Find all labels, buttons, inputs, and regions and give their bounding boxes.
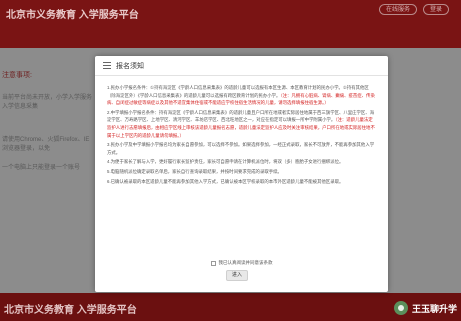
watermark: 王玉聊升学 — [393, 301, 457, 315]
notice-text: 4.为便于家长了解与入学，更好履行家长监护责任，家长可自愿申请在计算机派位时，将… — [107, 159, 344, 165]
header-link-service[interactable]: 在线服务 — [378, 4, 417, 15]
header-link-login[interactable]: 登录 — [422, 4, 449, 15]
watermark-text: 王玉聊升学 — [411, 303, 457, 314]
wechat-logo-icon — [393, 301, 408, 315]
notice-item: 6.已确认被录取的本区适龄儿童不能再参加其他入学方式，已确认被本区学校录取的本市… — [107, 178, 376, 186]
notice-text: 5.电脑随机派位确定录取名单后，家长自行查询录取结果，并按时间要求完成的录取手续… — [107, 168, 282, 174]
notice-heading: 注意事项: — [2, 72, 32, 79]
notice-content: 1.民办小学报名条件：①持有海淀区《学龄人口信息采集表》的适龄儿童可以选报有本区… — [95, 76, 388, 185]
notice-item: 3.民办小学及中学填报小学报名均为家长自愿参加，可以选择不参加。如果选择参加，一… — [107, 141, 376, 156]
notice-item: 4.为便于家长了解与入学，更好履行家长监护责任，家长可自愿申请在计算机派位时，将… — [107, 158, 376, 166]
notice-text: 3.民办小学及中学填报小学报名均为家长自愿参加，可以选择不参加。如果选择参加，一… — [107, 142, 375, 155]
notice-line: 当前平台尚未开放，小学入学服务 — [2, 95, 93, 101]
header-links: 在线服务 登录 — [378, 4, 449, 15]
notice-line: 请使用Chrome、火狐Firefox、IE — [2, 137, 90, 143]
registration-notice-modal: 报名须知 1.民办小学报名条件：①持有海淀区《学龄人口信息采集表》的适龄儿童可以… — [95, 56, 388, 292]
agree-checkbox[interactable] — [210, 260, 216, 266]
notice-text: 6.已确认被录取的本区适龄儿童不能再参加其他入学方式，已确认被本区学校录取的本市… — [107, 178, 344, 184]
list-icon — [103, 62, 111, 69]
site-title: 北京市义务教育 入学服务平台 — [6, 10, 139, 21]
notice-item: 2.中学填报小学报名条件：持有海淀区《学龄人口信息采集表》的适龄儿童且户口所在地… — [107, 109, 376, 139]
enter-button[interactable]: 进入 — [226, 270, 248, 281]
notice-line: 浏览器登录，以免 — [2, 146, 51, 152]
agree-label: 我已认真阅读并同意该条款 — [218, 260, 273, 265]
notice-line: 入学信息采集 — [2, 104, 39, 110]
modal-title: 报名须知 — [116, 62, 144, 70]
notice-line: 一个电脑上只能登录一个账号 — [2, 165, 81, 171]
notice-item: 5.电脑随机派位确定录取名单后，家长自行查询录取结果，并按时间要求完成的录取手续… — [107, 168, 376, 176]
agree-row[interactable]: 我已认真阅读并同意该条款 — [95, 260, 388, 266]
footer-title: 北京市义务教育 入学服务平台 — [4, 305, 137, 316]
modal-header: 报名须知 — [95, 56, 388, 76]
notice-item: 1.民办小学报名条件：①持有海淀区《学龄人口信息采集表》的适龄儿童可以选报有本区… — [107, 84, 376, 107]
